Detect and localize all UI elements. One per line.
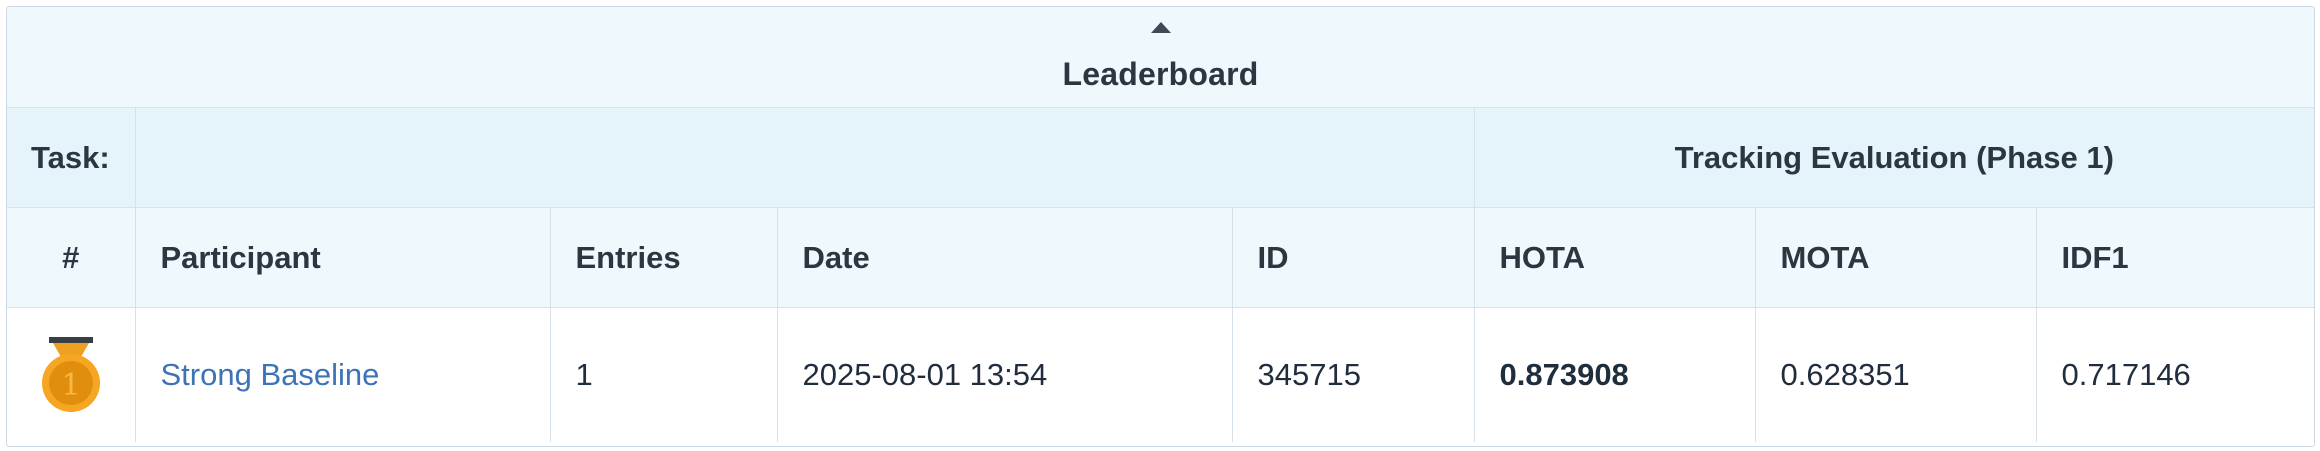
- caret-up-icon[interactable]: [1150, 21, 1171, 33]
- task-name: Tracking Evaluation (Phase 1): [1473, 107, 2314, 208]
- participant-cell: Strong Baseline: [134, 307, 551, 442]
- column-header-date[interactable]: Date: [776, 207, 1233, 308]
- leaderboard-title: Leaderboard: [1062, 55, 1259, 92]
- participant-link[interactable]: Strong Baseline: [161, 357, 380, 392]
- table-row: 1 Strong Baseline 1 2025-08-01 13:54 345…: [7, 307, 2314, 442]
- leaderboard-table: Leaderboard Task: Tracking Evaluation (P…: [7, 7, 2314, 442]
- task-row: Task: Tracking Evaluation (Phase 1): [7, 107, 2314, 208]
- task-label: Task:: [7, 107, 136, 208]
- date-cell: 2025-08-01 13:54: [776, 307, 1233, 442]
- column-header-mota[interactable]: MOTA: [1754, 207, 2037, 308]
- entries-cell: 1: [549, 307, 778, 442]
- column-header-entries[interactable]: Entries: [549, 207, 778, 308]
- rank-number: 1: [61, 368, 80, 403]
- column-header-row: # Participant Entries Date ID HOTA MOTA …: [7, 207, 2314, 308]
- leaderboard-title-cell[interactable]: Leaderboard: [7, 7, 2314, 108]
- column-header-id[interactable]: ID: [1231, 207, 1475, 308]
- column-header-idf1[interactable]: IDF1: [2035, 207, 2314, 308]
- mota-cell: 0.628351: [1754, 307, 2037, 442]
- column-header-participant[interactable]: Participant: [134, 207, 551, 308]
- title-row: Leaderboard: [7, 7, 2314, 108]
- hota-value: 0.873908: [1499, 357, 1629, 392]
- hota-cell: 0.873908: [1473, 307, 1756, 442]
- column-header-rank[interactable]: #: [7, 207, 136, 308]
- idf1-cell: 0.717146: [2035, 307, 2314, 442]
- leaderboard-panel: Leaderboard Task: Tracking Evaluation (P…: [6, 6, 2315, 447]
- id-cell: 345715: [1231, 307, 1475, 442]
- rank-cell: 1: [7, 307, 136, 442]
- task-spacer: [134, 107, 1475, 208]
- column-header-hota[interactable]: HOTA: [1473, 207, 1756, 308]
- gold-medal-icon: 1: [39, 337, 103, 413]
